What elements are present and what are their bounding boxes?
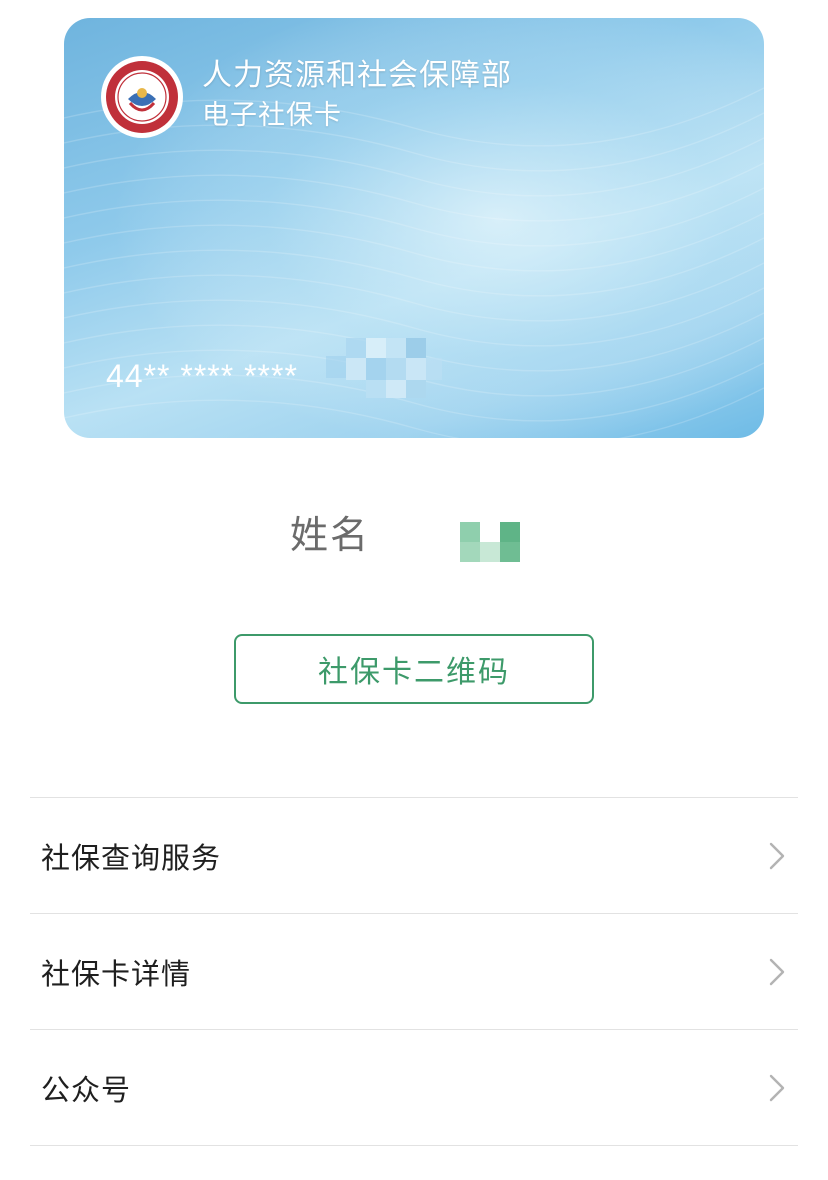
chevron-right-icon: [766, 1073, 788, 1103]
card-number-mosaic: [326, 338, 442, 398]
social-security-card: 人力资源和社会保障部 电子社保卡 44** **** ****: [64, 18, 764, 438]
card-title: 人力资源和社会保障部: [202, 58, 512, 93]
card-number: 44** **** ****: [106, 358, 298, 394]
menu-item-card-details[interactable]: 社保卡详情: [30, 914, 798, 1030]
name-mosaic: [460, 522, 520, 562]
chevron-right-icon: [766, 957, 788, 987]
menu-item-label: 公众号: [41, 1072, 132, 1107]
menu-item-label: 社保查询服务: [41, 840, 222, 875]
qr-code-button[interactable]: 社保卡二维码: [234, 634, 594, 704]
chevron-right-icon: [766, 841, 788, 871]
card-subtitle: 电子社保卡: [202, 100, 342, 131]
service-menu: 社保查询服务 社保卡详情 公众号: [30, 797, 798, 1146]
menu-item-official-account[interactable]: 公众号: [30, 1030, 798, 1146]
social-security-card-logo-icon: [101, 56, 183, 138]
name-label: 姓名: [290, 513, 371, 557]
menu-item-social-security-query[interactable]: 社保查询服务: [30, 798, 798, 914]
menu-item-label: 社保卡详情: [41, 956, 192, 991]
